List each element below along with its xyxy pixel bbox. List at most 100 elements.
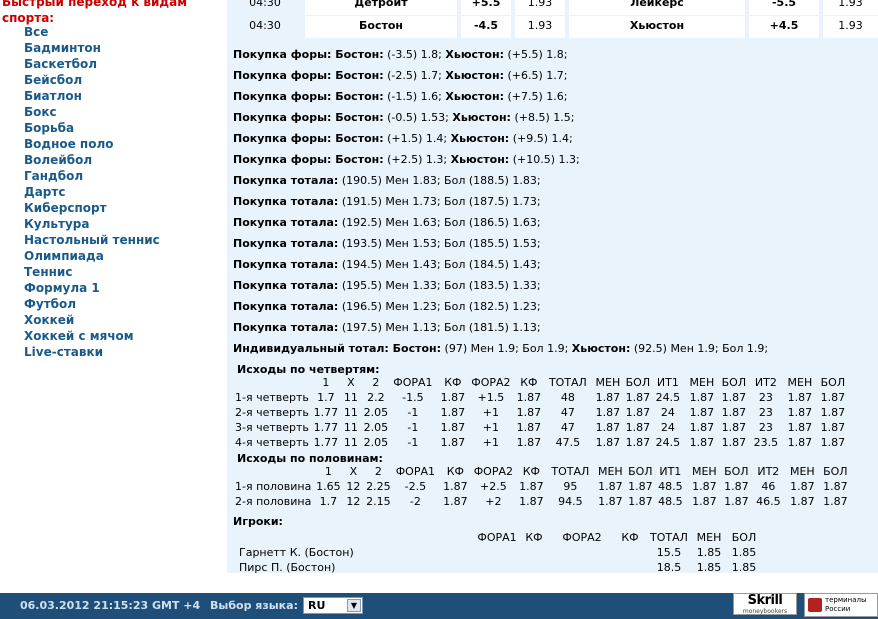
odds-cell[interactable]: 48.5 — [653, 494, 687, 509]
odds-cell[interactable]: 1.87 — [719, 420, 749, 435]
odds-cell[interactable] — [477, 545, 517, 560]
odds-cell[interactable]: 1.87 — [817, 435, 849, 450]
language-select[interactable]: RU ▼ — [303, 597, 363, 614]
odds-cell[interactable]: +1 — [469, 405, 513, 420]
odds-cell[interactable]: +1.5 — [469, 390, 513, 405]
team2-name[interactable]: Хьюстон — [569, 16, 747, 38]
odds-cell[interactable]: 1.7 — [315, 494, 341, 509]
odds-cell[interactable] — [551, 560, 613, 573]
odds-cell[interactable]: 1.87 — [627, 479, 653, 494]
sport-link[interactable]: Бокс — [24, 104, 160, 120]
bet-line-value[interactable]: (+5.5) 1.8; — [504, 48, 567, 61]
odds-cell[interactable]: 11 — [339, 405, 363, 420]
bet-line-value[interactable]: (191.5) Мен 1.73; Бол (187.5) 1.73; — [338, 195, 541, 208]
odds-cell[interactable]: 1.87 — [783, 435, 817, 450]
odds-cell[interactable]: 48.5 — [653, 479, 687, 494]
sport-link[interactable]: Водное поло — [24, 136, 160, 152]
odds-cell[interactable]: 46.5 — [751, 494, 785, 509]
bet-line-value[interactable]: (196.5) Мен 1.23; Бол (182.5) 1.23; — [338, 300, 541, 313]
odds-cell[interactable]: 12 — [341, 494, 365, 509]
odds-cell[interactable]: 2.05 — [363, 435, 389, 450]
odds-cell[interactable]: 15.5 — [647, 545, 691, 560]
odds-cell[interactable]: 1.87 — [721, 494, 751, 509]
bet-line-value[interactable]: (195.5) Мен 1.33; Бол (183.5) 1.33; — [338, 279, 541, 292]
odds-cell[interactable]: 24 — [651, 420, 685, 435]
odds-cell[interactable]: 1.77 — [313, 405, 339, 420]
odds-cell[interactable]: -1 — [389, 405, 437, 420]
odds-cell[interactable]: +1 — [469, 435, 513, 450]
odds-cell[interactable]: -1 — [389, 435, 437, 450]
odds-cell[interactable] — [517, 545, 551, 560]
odds-cell[interactable]: 1.87 — [625, 420, 651, 435]
odds-cell[interactable]: 11 — [339, 420, 363, 435]
sport-link[interactable]: Гандбол — [24, 168, 160, 184]
odds-cell[interactable]: 1.87 — [593, 494, 627, 509]
odds-cell[interactable]: 1.87 — [819, 479, 851, 494]
odds-cell[interactable]: 18.5 — [647, 560, 691, 573]
bet-line-value[interactable]: (193.5) Мен 1.53; Бол (185.5) 1.53; — [338, 237, 541, 250]
odds-cell[interactable]: 1.7 — [313, 390, 339, 405]
team1-handicap[interactable]: +5.5 — [461, 0, 513, 15]
odds-cell[interactable]: 1.87 — [439, 479, 471, 494]
team1-name[interactable]: Детройт — [305, 0, 459, 15]
terminals-banner[interactable]: терминалы России — [804, 593, 878, 617]
odds-cell[interactable]: 1.87 — [437, 390, 469, 405]
odds-cell[interactable]: 1.87 — [513, 420, 545, 435]
sport-link[interactable]: Live-ставки — [24, 344, 160, 360]
odds-cell[interactable]: 1.87 — [783, 420, 817, 435]
sport-link[interactable]: Теннис — [24, 264, 160, 280]
sport-link[interactable]: Культура — [24, 216, 160, 232]
odds-cell[interactable]: 1.87 — [817, 420, 849, 435]
odds-cell[interactable]: 2.2 — [363, 390, 389, 405]
bet-line-value[interactable]: (+10.5) 1.3; — [509, 153, 580, 166]
odds-cell[interactable]: 1.87 — [591, 405, 625, 420]
sport-link[interactable]: Киберспорт — [24, 200, 160, 216]
odds-cell[interactable]: 47 — [545, 405, 591, 420]
odds-cell[interactable]: 1.87 — [685, 390, 719, 405]
odds-cell[interactable]: 1.85 — [691, 545, 727, 560]
odds-cell[interactable]: 48 — [545, 390, 591, 405]
odds-cell[interactable]: 1.87 — [437, 405, 469, 420]
odds-cell[interactable]: -1 — [389, 420, 437, 435]
skrill-logo[interactable]: Skrill moneybookers — [733, 593, 797, 615]
sport-link[interactable]: Дартс — [24, 184, 160, 200]
odds-cell[interactable]: 1.87 — [687, 494, 721, 509]
team1-odds[interactable]: 1.93 — [515, 16, 567, 38]
odds-cell[interactable]: +2.5 — [471, 479, 515, 494]
odds-cell[interactable]: 1.87 — [513, 435, 545, 450]
sport-link[interactable]: Борьба — [24, 120, 160, 136]
odds-cell[interactable]: 1.87 — [685, 435, 719, 450]
odds-cell[interactable] — [551, 545, 613, 560]
odds-cell[interactable]: 1.87 — [721, 479, 751, 494]
sport-link[interactable]: Бейсбол — [24, 72, 160, 88]
bet-line-value[interactable]: (-0.5) 1.53; — [384, 111, 453, 124]
sport-link[interactable]: Бадминтон — [24, 40, 160, 56]
odds-cell[interactable]: 1.77 — [313, 435, 339, 450]
odds-cell[interactable]: 23 — [749, 405, 783, 420]
bet-line-value[interactable]: (92.5) Мен 1.9; Бол 1.9; — [630, 342, 768, 355]
odds-cell[interactable]: 1.85 — [727, 560, 761, 573]
bet-line-value[interactable]: (+1.5) 1.4; — [384, 132, 451, 145]
odds-cell[interactable]: 95 — [547, 479, 593, 494]
sport-link[interactable]: Баскетбол — [24, 56, 160, 72]
odds-cell[interactable]: 24.5 — [651, 435, 685, 450]
odds-cell[interactable]: 47.5 — [545, 435, 591, 450]
bet-line-value[interactable]: (+9.5) 1.4; — [509, 132, 573, 145]
odds-cell[interactable]: -1.5 — [389, 390, 437, 405]
odds-cell[interactable]: 1.87 — [591, 435, 625, 450]
sport-link[interactable]: Хоккей — [24, 312, 160, 328]
odds-cell[interactable]: 1.87 — [513, 390, 545, 405]
bet-line-value[interactable]: (194.5) Мен 1.43; Бол (184.5) 1.43; — [338, 258, 541, 271]
sport-link[interactable]: Волейбол — [24, 152, 160, 168]
sport-link[interactable]: Настольный теннис — [24, 232, 160, 248]
odds-cell[interactable]: -2.5 — [391, 479, 439, 494]
odds-cell[interactable]: 1.87 — [625, 405, 651, 420]
sport-link[interactable]: Футбол — [24, 296, 160, 312]
odds-cell[interactable]: 23 — [749, 390, 783, 405]
odds-cell[interactable]: 24.5 — [651, 390, 685, 405]
team1-name[interactable]: Бостон — [305, 16, 459, 38]
sport-link[interactable]: Биатлон — [24, 88, 160, 104]
odds-cell[interactable]: 2.25 — [365, 479, 391, 494]
odds-cell[interactable]: 1.87 — [785, 494, 819, 509]
odds-cell[interactable]: 1.87 — [439, 494, 471, 509]
